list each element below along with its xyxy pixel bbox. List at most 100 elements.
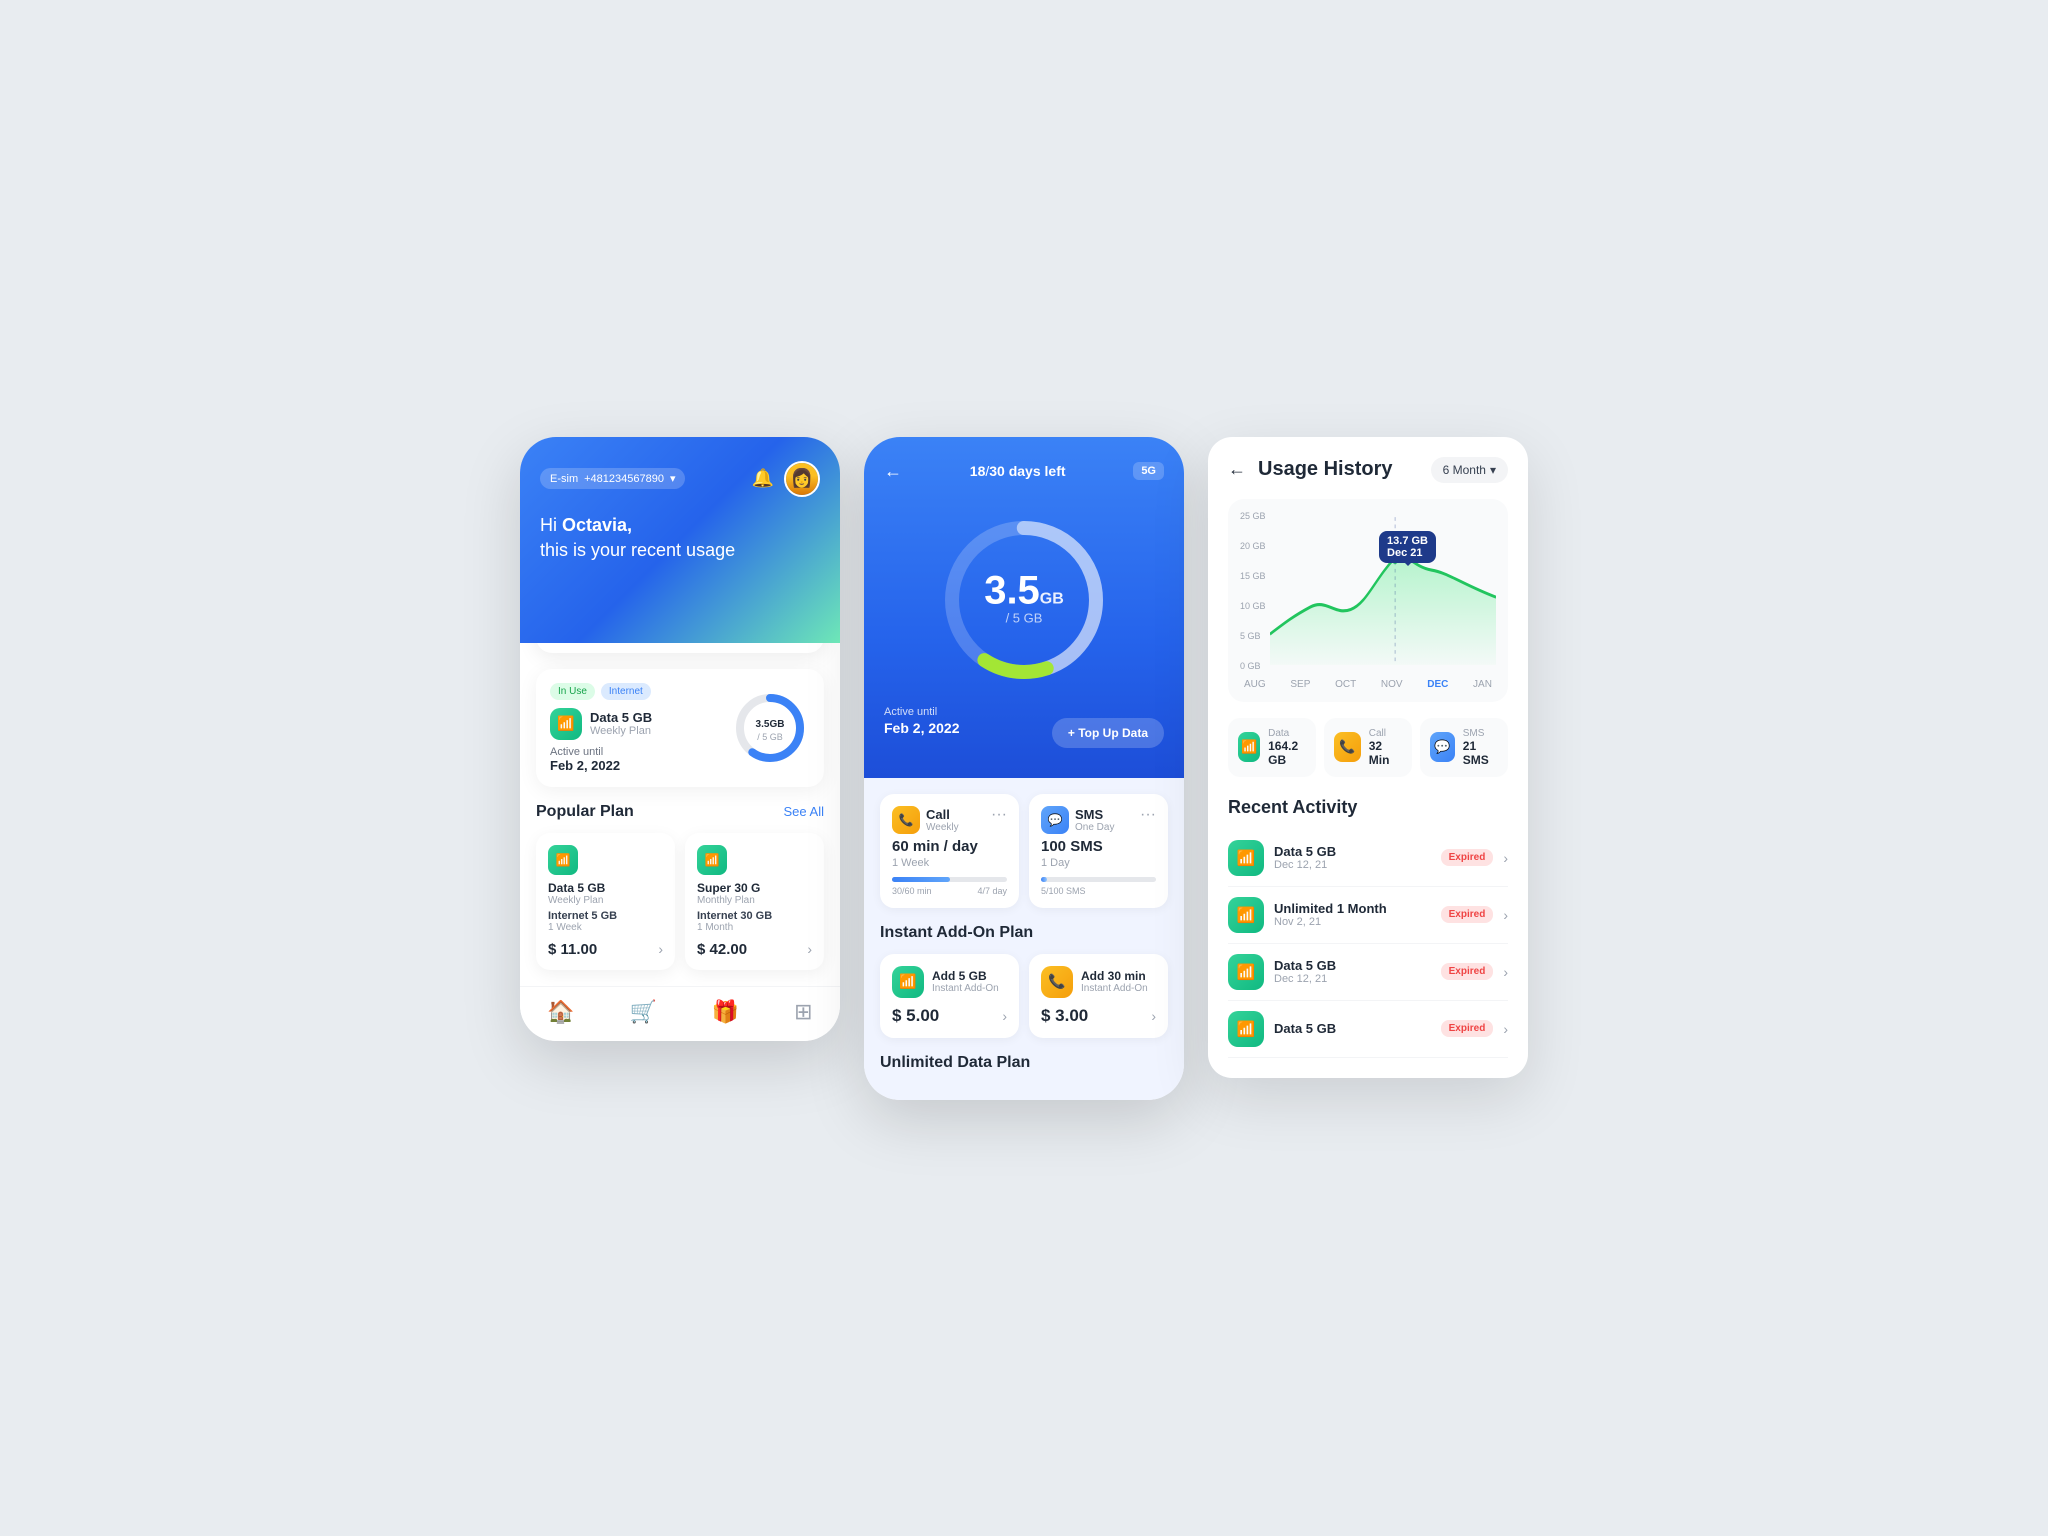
mini-plan-1-period: 1 Week xyxy=(548,922,663,933)
plan-left: In Use Internet 📶 Data 5 GB Weekly Plan … xyxy=(550,683,730,773)
sms-usage-card: 💬 SMS One Day ··· 100 SMS 1 Day xyxy=(1029,794,1168,908)
stat-sms-label: SMS xyxy=(1463,728,1498,739)
mini-plan-1-detail: Internet 5 GB xyxy=(548,910,663,922)
days-info: 18/30 days left xyxy=(970,463,1066,479)
call-progress-labels: 30/60 min 4/7 day xyxy=(892,886,1007,896)
period-button[interactable]: 6 Month ▾ xyxy=(1431,457,1508,483)
month-nov[interactable]: NOV xyxy=(1381,679,1403,690)
call-title-info: Call Weekly xyxy=(926,807,959,833)
y-0: 0 GB xyxy=(1240,661,1266,671)
expired-badge-2: Expired xyxy=(1441,906,1494,923)
activity-icon-1: 📶 xyxy=(1228,840,1264,876)
mini-plan-2-name: Super 30 G xyxy=(697,881,812,895)
chart-container: 25 GB 20 GB 15 GB 10 GB 5 GB 0 GB xyxy=(1228,499,1508,702)
month-oct[interactable]: OCT xyxy=(1335,679,1356,690)
chart-labels: AUG SEP OCT NOV DEC JAN xyxy=(1240,679,1496,690)
call-card-name: Call xyxy=(926,807,959,822)
gift-icon[interactable]: 🎁 xyxy=(712,999,739,1025)
activity-icon-3: 📶 xyxy=(1228,954,1264,990)
addon-1-info: Add 5 GB Instant Add-On xyxy=(932,969,999,994)
screens-container: E-sim +481234567890 ▾ 🔔 👩 Hi Octavia, th… xyxy=(520,437,1528,1100)
sms-title-info: SMS One Day xyxy=(1075,807,1114,833)
plan-tags: In Use Internet xyxy=(550,683,730,700)
donut-gb: 3.5GB xyxy=(756,714,785,732)
addon-5gb-card[interactable]: 📶 Add 5 GB Instant Add-On $ 5.00 › xyxy=(880,954,1019,1038)
mini-plan-2-detail: Internet 30 GB xyxy=(697,910,812,922)
back-icon-s2[interactable]: ← xyxy=(884,461,902,482)
dropdown-icon: ▾ xyxy=(670,472,676,485)
usage-cards-row: 📞 Call Weekly ··· 60 min / day 1 Week xyxy=(880,794,1168,908)
activity-item-3[interactable]: 📶 Data 5 GB Dec 12, 21 Expired › xyxy=(1228,944,1508,1001)
activity-chevron-2: › xyxy=(1503,907,1508,923)
screen2: ← 18/30 days left 5G 3.5GB / 5 GB xyxy=(864,437,1184,1100)
addon-2-price: $ 3.00 xyxy=(1041,1006,1088,1026)
addon-1-price-row: $ 5.00 › xyxy=(892,1006,1007,1026)
month-dec[interactable]: DEC xyxy=(1427,679,1448,690)
call-more-icon[interactable]: ··· xyxy=(991,806,1007,824)
bell-icon[interactable]: 🔔 xyxy=(752,468,774,489)
grid-icon[interactable]: ⊞ xyxy=(794,999,812,1025)
recent-title: Recent Activity xyxy=(1228,797,1508,818)
call-card-icon: 📞 xyxy=(892,806,920,834)
stat-call-icon: 📞 xyxy=(1334,732,1361,762)
unlimited-plan-title: Unlimited Data Plan xyxy=(880,1054,1168,1072)
stat-data-icon: 📶 xyxy=(1238,732,1260,762)
tooltip-date: Dec 21 xyxy=(1387,547,1428,559)
big-donut-container: 3.5GB / 5 GB xyxy=(884,490,1164,706)
activity-info-4: Data 5 GB xyxy=(1274,1021,1431,1036)
month-sep[interactable]: SEP xyxy=(1290,679,1310,690)
addon-2-icon-row: 📞 Add 30 min Instant Add-On xyxy=(1041,966,1156,998)
addon-1-name: Add 5 GB xyxy=(932,969,999,983)
back-button-s3[interactable]: ← xyxy=(1228,459,1246,480)
sms-progress-labels: 5/100 SMS xyxy=(1041,886,1156,896)
stat-sms-card: 💬 SMS 21 SMS xyxy=(1420,718,1508,777)
esim-badge[interactable]: E-sim +481234567890 ▾ xyxy=(540,468,685,489)
mini-plan-1-icon: 📶 xyxy=(548,845,578,875)
stat-data-card: 📶 Data 164.2 GB xyxy=(1228,718,1316,777)
sms-more-icon[interactable]: ··· xyxy=(1140,806,1156,824)
usage-donut: 3.5GB / 5 GB xyxy=(730,688,810,768)
addon-30min-card[interactable]: 📞 Add 30 min Instant Add-On $ 3.00 › xyxy=(1029,954,1168,1038)
mini-plan-2-icon: 📶 xyxy=(697,845,727,875)
s3-header: ← Usage History 6 Month ▾ xyxy=(1228,457,1508,483)
y-5: 5 GB xyxy=(1240,631,1266,641)
screen3: ← Usage History 6 Month ▾ 25 GB 20 GB 15… xyxy=(1208,437,1528,1078)
tooltip-value: 13.7 GB xyxy=(1387,535,1428,547)
big-donut-center: 3.5GB / 5 GB xyxy=(984,570,1064,625)
popular-plan-header: Popular Plan See All xyxy=(536,803,824,821)
sms-title-row: 💬 SMS One Day xyxy=(1041,806,1114,834)
activity-item-2[interactable]: 📶 Unlimited 1 Month Nov 2, 21 Expired › xyxy=(1228,887,1508,944)
mini-plan-1[interactable]: 📶 Data 5 GB Weekly Plan Internet 5 GB 1 … xyxy=(536,833,675,970)
activity-list: 📶 Data 5 GB Dec 12, 21 Expired › 📶 Unlim… xyxy=(1228,830,1508,1058)
period-label: 6 Month xyxy=(1443,463,1486,477)
days-used: 18 xyxy=(970,463,986,479)
topup-data-button[interactable]: + Top Up Data xyxy=(1052,718,1164,748)
month-aug[interactable]: AUG xyxy=(1244,679,1266,690)
tag-internet: Internet xyxy=(601,683,651,700)
mini-plan-2[interactable]: 📶 Super 30 G Monthly Plan Internet 30 GB… xyxy=(685,833,824,970)
sms-value: 100 SMS xyxy=(1041,838,1156,855)
s3-title: Usage History xyxy=(1258,458,1419,481)
activity-item-1[interactable]: 📶 Data 5 GB Dec 12, 21 Expired › xyxy=(1228,830,1508,887)
cart-icon[interactable]: 🛒 xyxy=(630,999,657,1025)
plan-cards-row: 📶 Data 5 GB Weekly Plan Internet 5 GB 1 … xyxy=(536,833,824,970)
plan-name-row: 📶 Data 5 GB Weekly Plan xyxy=(550,708,730,740)
addon-1-icon-row: 📶 Add 5 GB Instant Add-On xyxy=(892,966,1007,998)
activity-date-1: Dec 12, 21 xyxy=(1274,859,1431,871)
addon-2-icon: 📞 xyxy=(1041,966,1073,998)
addon-2-info: Add 30 min Instant Add-On xyxy=(1081,969,1148,994)
call-card-period: Weekly xyxy=(926,822,959,833)
activity-item-4[interactable]: 📶 Data 5 GB Expired › xyxy=(1228,1001,1508,1058)
y-15: 15 GB xyxy=(1240,571,1266,581)
greeting-sub: this is your recent usage xyxy=(540,540,735,560)
greeting-prefix: Hi xyxy=(540,515,562,535)
home-icon[interactable]: 🏠 xyxy=(547,999,574,1025)
phone-number: +481234567890 xyxy=(584,473,664,485)
month-jan[interactable]: JAN xyxy=(1473,679,1492,690)
activity-info-1: Data 5 GB Dec 12, 21 xyxy=(1274,844,1431,871)
sms-progress-used: 5/100 SMS xyxy=(1041,886,1086,896)
expired-badge-1: Expired xyxy=(1441,849,1494,866)
see-all-link[interactable]: See All xyxy=(784,804,824,819)
call-card-header: 📞 Call Weekly ··· xyxy=(892,806,1007,834)
screen1-header: E-sim +481234567890 ▾ 🔔 👩 Hi Octavia, th… xyxy=(520,437,840,643)
